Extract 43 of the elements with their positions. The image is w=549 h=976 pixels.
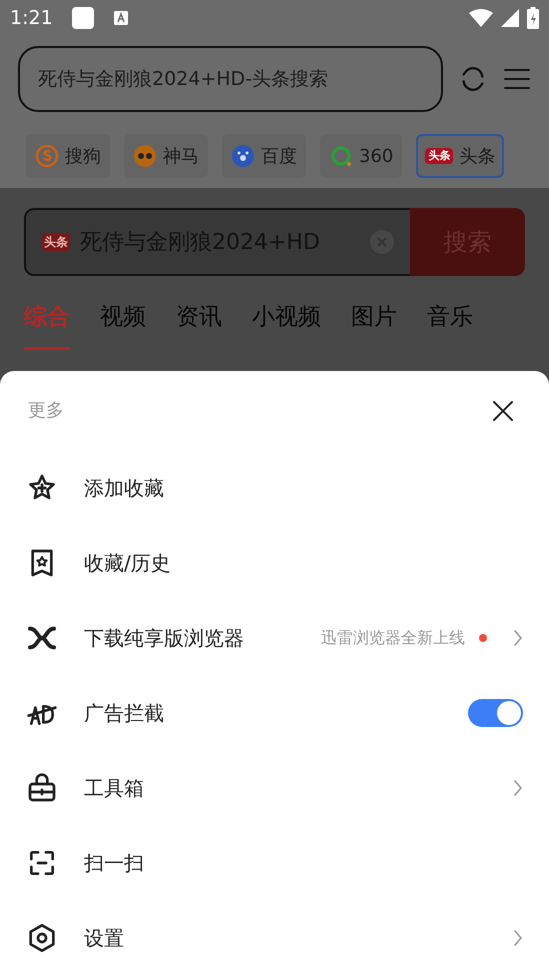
menu-item-label: 设置 [84, 925, 125, 952]
notification-icon [70, 6, 95, 30]
menu-icon[interactable] [503, 67, 531, 91]
toolbox-icon [26, 772, 58, 804]
menu-item[interactable]: 下载纯享版浏览器 迅雷浏览器全新上线 [0, 600, 549, 676]
status-time: 1:21 [10, 6, 53, 31]
result-tab[interactable]: 图片 [351, 300, 397, 350]
menu-item[interactable]: 工具箱 [0, 750, 549, 826]
engine-chip[interactable]: 神马 [124, 134, 208, 178]
chevron-icon [513, 779, 523, 798]
menu-item[interactable]: 收藏/历史 [0, 525, 549, 600]
chevron-icon [513, 628, 523, 647]
ad-block-switch[interactable] [468, 699, 523, 728]
menu-item[interactable]: 扫一扫 [0, 826, 549, 901]
result-tab[interactable]: 音乐 [427, 300, 473, 350]
engine-chip[interactable]: 搜狗 [26, 134, 110, 178]
address-bar[interactable]: 死侍与金刚狼2024+HD-头条搜索 [18, 46, 443, 112]
menu-item-label: 广告拦截 [84, 700, 165, 728]
menu-item[interactable]: 广告拦截 [0, 675, 549, 751]
engine-chip[interactable]: 百度 [222, 134, 306, 178]
battery-icon [527, 7, 539, 29]
menu-item-note: 迅雷浏览器全新上线 [321, 626, 465, 649]
address-text: 死侍与金刚狼2024+HD-头条搜索 [38, 66, 328, 92]
chevron-icon [513, 929, 523, 948]
wifi-icon [469, 9, 493, 27]
menu-item-label: 工具箱 [84, 775, 145, 802]
result-tab[interactable]: 视频 [100, 300, 146, 350]
menu-item[interactable]: 设置 [0, 900, 549, 976]
engine-logo: 头条 [425, 148, 454, 164]
signal-icon [501, 9, 519, 27]
engine-chip[interactable]: 360 [320, 134, 402, 178]
engine-chip[interactable]: 头条 头条 [416, 134, 504, 178]
search-engine-logo: 头条 [42, 233, 70, 251]
menu-item-label: 扫一扫 [84, 850, 145, 878]
result-tab[interactable]: 小视频 [252, 300, 321, 350]
result-tab[interactable]: 资讯 [176, 300, 222, 350]
menu-item-label: 添加收藏 [84, 474, 165, 502]
keyboard-icon [112, 10, 129, 26]
close-icon[interactable] [491, 398, 515, 423]
menu-item[interactable]: 添加收藏 [0, 450, 549, 526]
menu-item-label: 下载纯享版浏览器 [84, 624, 245, 652]
sheet-title: 更多 [28, 399, 64, 424]
menu-item-label: 收藏/历史 [84, 550, 172, 577]
